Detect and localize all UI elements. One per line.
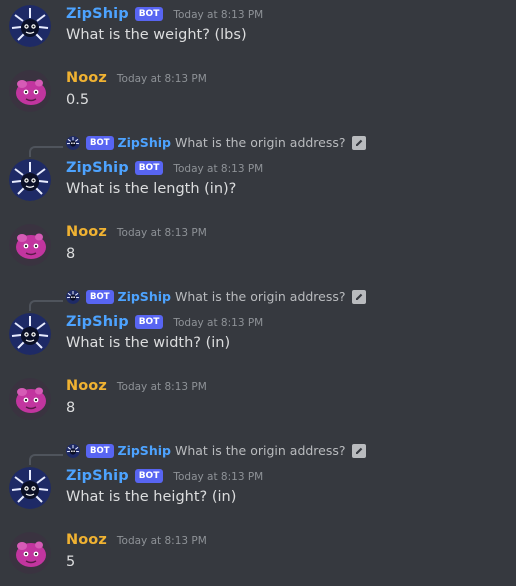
reply-author[interactable]: ZipShip <box>118 135 171 150</box>
reply-text[interactable]: What is the origin address? <box>175 289 346 304</box>
reply-preview[interactable]: BOT ZipShip What is the origin address? <box>66 135 366 150</box>
bot-badge: BOT <box>86 135 114 150</box>
reply-author[interactable]: ZipShip <box>118 289 171 304</box>
bot-badge: BOT <box>86 289 114 304</box>
message-text: What is the height? (in) <box>66 489 237 505</box>
message-author[interactable]: Nooz <box>66 224 107 240</box>
message-timestamp: Today at 8:13 PM <box>116 535 207 547</box>
zipship-avatar-icon[interactable] <box>9 159 51 201</box>
message-timestamp: Today at 8:13 PM <box>173 163 264 175</box>
message-author[interactable]: ZipShip <box>66 6 129 22</box>
edit-icon <box>351 135 366 150</box>
message-timestamp: Today at 8:13 PM <box>173 317 264 329</box>
zipship-avatar-icon[interactable] <box>9 5 51 47</box>
zipship-avatar-icon <box>66 289 80 304</box>
reply-connector <box>29 146 63 157</box>
reply-text[interactable]: What is the origin address? <box>175 443 346 458</box>
bot-badge: BOT <box>134 315 164 329</box>
nooz-avatar-icon[interactable] <box>9 70 51 112</box>
reply-preview[interactable]: BOT ZipShip What is the origin address? <box>66 443 366 458</box>
bot-badge: BOT <box>134 7 164 21</box>
message-author[interactable]: ZipShip <box>66 468 129 484</box>
zipship-avatar-icon[interactable] <box>9 467 51 509</box>
nooz-avatar-icon[interactable] <box>9 224 51 266</box>
nooz-avatar-icon[interactable] <box>9 532 51 574</box>
message-text: 5 <box>66 554 76 570</box>
message-timestamp: Today at 8:13 PM <box>116 227 207 239</box>
message-author[interactable]: Nooz <box>66 532 107 548</box>
edit-icon <box>351 289 366 304</box>
message-text: What is the width? (in) <box>66 335 231 351</box>
zipship-avatar-icon <box>66 443 80 458</box>
message-text: 0.5 <box>66 92 90 108</box>
zipship-avatar-icon <box>66 135 80 150</box>
message-author[interactable]: ZipShip <box>66 160 129 176</box>
bot-badge: BOT <box>134 469 164 483</box>
message-timestamp: Today at 8:13 PM <box>116 73 207 85</box>
message-timestamp: Today at 8:13 PM <box>173 471 264 483</box>
message-text: What is the length (in)? <box>66 181 237 197</box>
bot-badge: BOT <box>134 161 164 175</box>
message-author[interactable]: Nooz <box>66 378 107 394</box>
edit-icon <box>351 443 366 458</box>
message-text: What is the weight? (lbs) <box>66 27 247 43</box>
bot-badge: BOT <box>86 443 114 458</box>
message-timestamp: Today at 8:13 PM <box>116 381 207 393</box>
reply-author[interactable]: ZipShip <box>118 443 171 458</box>
reply-connector <box>29 454 63 465</box>
message-author[interactable]: ZipShip <box>66 314 129 330</box>
message-author[interactable]: Nooz <box>66 70 107 86</box>
message-text: 8 <box>66 246 76 262</box>
chat-log: ZipShip BOT Today at 8:13 PM What is the… <box>0 0 516 586</box>
reply-text[interactable]: What is the origin address? <box>175 135 346 150</box>
nooz-avatar-icon[interactable] <box>9 378 51 420</box>
reply-connector <box>29 300 63 311</box>
zipship-avatar-icon[interactable] <box>9 313 51 355</box>
message-timestamp: Today at 8:13 PM <box>173 9 264 21</box>
message-text: 8 <box>66 400 76 416</box>
reply-preview[interactable]: BOT ZipShip What is the origin address? <box>66 289 366 304</box>
